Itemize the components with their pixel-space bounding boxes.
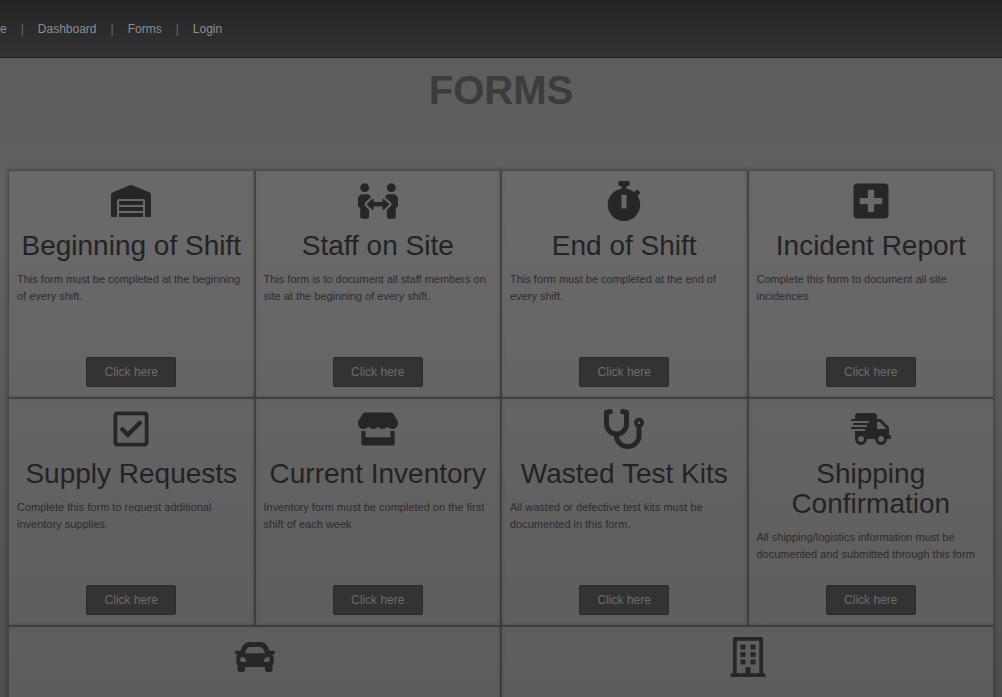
click-here-button[interactable]: Click here	[86, 585, 176, 615]
click-here-button[interactable]: Click here	[333, 585, 423, 615]
click-here-button[interactable]: Click here	[333, 357, 423, 387]
card-title: Staff on Site	[302, 231, 454, 261]
store-icon	[358, 407, 398, 451]
click-here-button[interactable]: Click here	[86, 357, 176, 387]
form-card: Beginning of Shift This form must be comp…	[8, 170, 255, 398]
warehouse-icon	[111, 179, 151, 223]
nav-link[interactable]: Dashboard	[38, 22, 97, 36]
form-card: Supply Requests Complete this form to req…	[8, 398, 255, 626]
plus-square-icon	[851, 179, 891, 223]
form-card: Incident Report Complete this form to doc…	[748, 170, 995, 398]
card-title: Beginning of Shift	[22, 231, 242, 261]
check-square-icon	[111, 407, 151, 451]
card-title: End of Shift	[552, 231, 697, 261]
card-description: This form must be completed at the begin…	[17, 271, 246, 305]
nav-link[interactable]: Login	[193, 22, 222, 36]
stopwatch-icon	[604, 179, 644, 223]
nav-link[interactable]: e	[0, 22, 7, 36]
card-description: All shipping/logistics information must …	[757, 529, 986, 563]
card-title: Wasted Test Kits	[521, 459, 728, 489]
building-icon	[728, 635, 768, 679]
card-description: Complete this form to request additional…	[17, 499, 246, 533]
card-description: Inventory form must be completed on the …	[264, 499, 493, 533]
form-card: Staff on Site This form is to document al…	[255, 170, 502, 398]
click-here-button[interactable]: Click here	[826, 585, 916, 615]
nav-link[interactable]: Forms	[128, 22, 162, 36]
forms-grid: Beginning of Shift This form must be comp…	[0, 170, 1002, 697]
card-description: This form is to document all staff membe…	[264, 271, 493, 305]
nav-separator: |	[176, 22, 179, 36]
stethoscope-icon	[604, 407, 644, 451]
page-title: FORMS	[0, 68, 1002, 170]
card-title: Shipping Confirmation	[757, 459, 986, 519]
click-here-button[interactable]: Click here	[579, 357, 669, 387]
card-title: Supply Requests	[25, 459, 237, 489]
card-description: This form must be completed at the end o…	[510, 271, 739, 305]
forms-page: e|Dashboard|Forms|LoginFORMSBeginning of…	[0, 0, 1002, 697]
click-here-button[interactable]: Click here	[579, 585, 669, 615]
form-card: Current Inventory Inventory form must be …	[255, 398, 502, 626]
form-card: Shipping Confirmation All shipping/logist…	[748, 398, 995, 626]
top-nav: e | Dashboard | Forms | Login	[0, 0, 1002, 58]
card-description: All wasted or defective test kits must b…	[510, 499, 739, 533]
card-description: Complete this form to document all site …	[757, 271, 986, 305]
people-arrows-icon	[358, 179, 398, 223]
car-icon	[235, 635, 275, 679]
form-card: Wasted Test Kits All wasted or defective …	[501, 398, 748, 626]
form-card	[8, 626, 501, 697]
click-here-button[interactable]: Click here	[826, 357, 916, 387]
form-card: End of Shift This form must be completed …	[501, 170, 748, 398]
nav-separator: |	[111, 22, 114, 36]
form-card	[501, 626, 994, 697]
shipping-truck-icon	[851, 407, 891, 451]
card-title: Current Inventory	[270, 459, 486, 489]
card-title: Incident Report	[776, 231, 966, 261]
nav-separator: |	[21, 22, 24, 36]
